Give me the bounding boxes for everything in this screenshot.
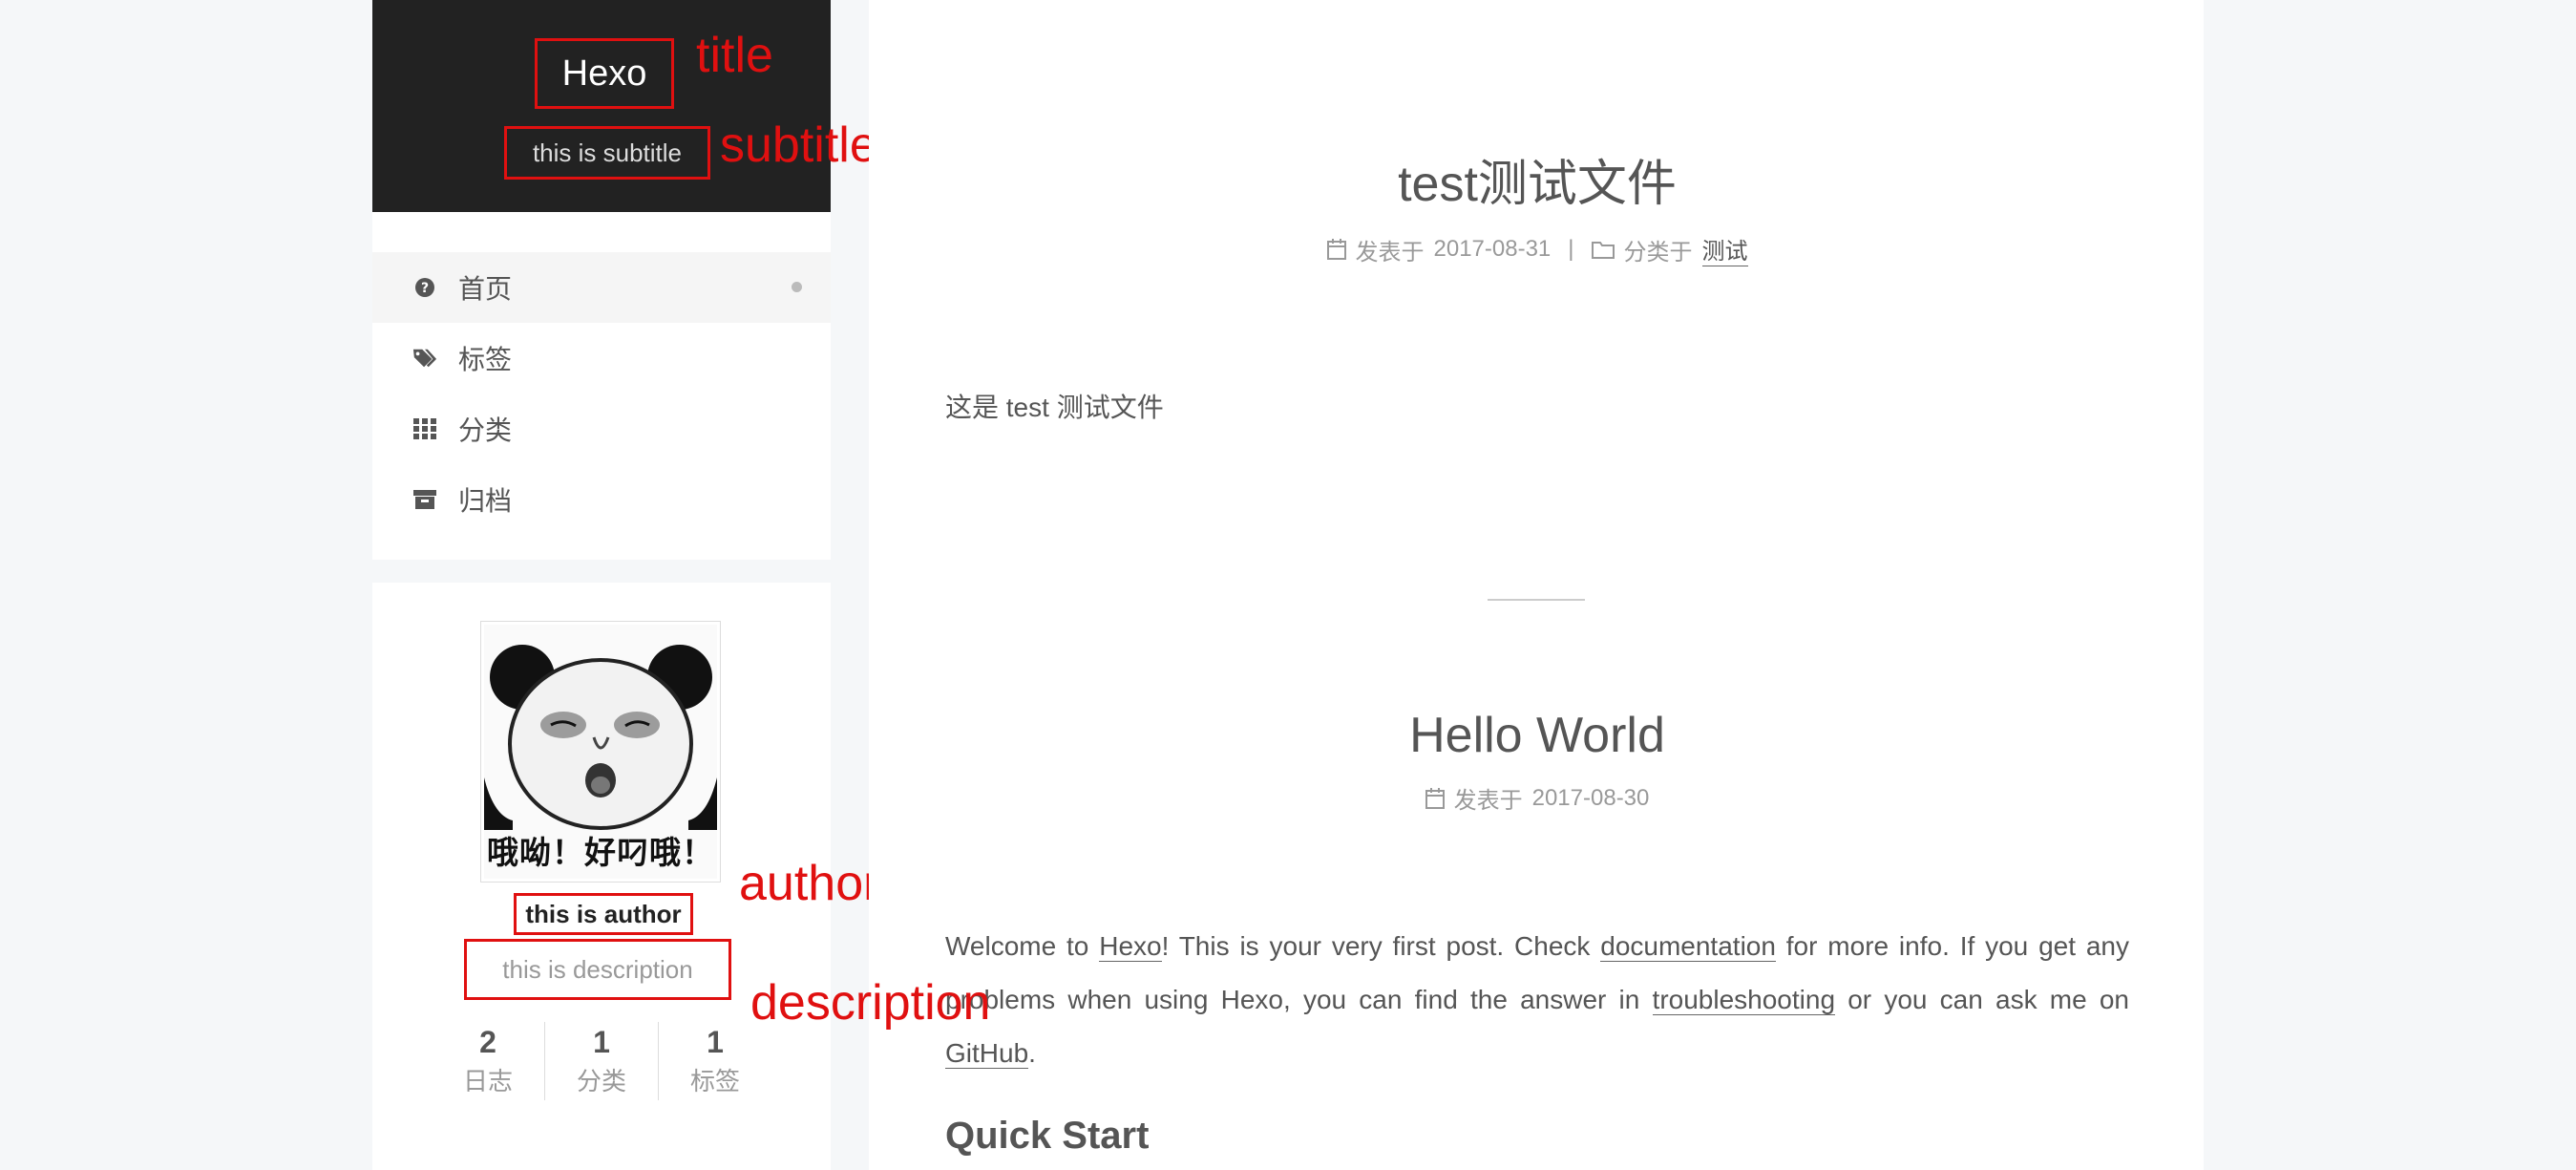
annotation-title: title xyxy=(696,28,773,83)
post-paragraph: Welcome to Hexo! This is your very first… xyxy=(945,920,2129,1080)
main-content: test测试文件 发表于 2017-08-31 | 分类于 测试 这是 test… xyxy=(869,0,2204,1170)
site-subtitle: this is subtitle xyxy=(504,126,710,180)
site-stats: 2 日志 1 分类 1 标签 xyxy=(432,1022,771,1100)
grid-icon xyxy=(412,416,437,441)
svg-text:?: ? xyxy=(421,281,429,296)
main-menu: ? 首页 标签 分类 归档 xyxy=(372,212,831,560)
avatar-caption: 哦呦！好叼哦！ xyxy=(487,835,714,870)
stat-count: 1 xyxy=(593,1025,610,1059)
post-hello-world: Hello World 发表于 2017-08-30 Welcome to He… xyxy=(945,707,2129,1162)
calendar-icon xyxy=(1425,787,1445,809)
menu-item-archives[interactable]: 归档 xyxy=(372,464,831,535)
troubleshooting-link[interactable]: troubleshooting xyxy=(1652,985,1836,1015)
text: . xyxy=(1028,1038,1036,1068)
folder-icon xyxy=(1591,242,1615,259)
question-circle-icon: ? xyxy=(412,275,437,300)
stat-label: 标签 xyxy=(689,1067,740,1096)
active-indicator-dot xyxy=(792,282,802,292)
post-date: 2017-08-31 xyxy=(1433,236,1552,262)
stat-label: 日志 xyxy=(462,1067,513,1096)
annotation-description: description xyxy=(750,975,991,1031)
stat-categories[interactable]: 1 分类 xyxy=(544,1022,658,1100)
stat-tags[interactable]: 1 标签 xyxy=(658,1022,771,1100)
section-heading: Quick Start xyxy=(945,1115,1150,1157)
menu-item-categories[interactable]: 分类 xyxy=(372,394,831,464)
author-name: this is author xyxy=(514,893,693,935)
text: Welcome to xyxy=(945,931,1100,961)
site-description: this is description xyxy=(464,939,731,1000)
text: or you can ask me on xyxy=(1835,985,2129,1014)
category-prefix: 分类于 xyxy=(1623,239,1693,266)
avatar: 哦呦！好叼哦！ xyxy=(480,621,721,883)
menu-item-label: 归档 xyxy=(458,486,513,516)
menu-item-label: 首页 xyxy=(458,274,513,304)
menu-item-label: 标签 xyxy=(458,345,513,374)
documentation-link[interactable]: documentation xyxy=(1600,931,1776,962)
menu-item-tags[interactable]: 标签 xyxy=(372,323,831,394)
post-meta: 发表于 2017-08-30 xyxy=(945,781,2129,815)
hexo-link[interactable]: Hexo xyxy=(1099,931,1162,962)
stat-count: 2 xyxy=(479,1025,496,1059)
meta-separator: | xyxy=(1568,236,1574,262)
published-prefix: 发表于 xyxy=(1453,788,1523,814)
tags-icon xyxy=(412,346,437,371)
menu-item-home[interactable]: ? 首页 xyxy=(372,252,831,323)
github-link[interactable]: GitHub xyxy=(945,1038,1029,1069)
stat-posts[interactable]: 2 日志 xyxy=(432,1022,544,1100)
annotation-subtitle: subtitle xyxy=(720,117,877,173)
post-body: Welcome to Hexo! This is your very first… xyxy=(945,920,2129,1162)
site-title[interactable]: Hexo xyxy=(535,38,674,109)
calendar-icon xyxy=(1326,239,1346,260)
text: ! This is your very first post. Check xyxy=(1161,931,1601,961)
panda-meme-image: 哦呦！好叼哦！ xyxy=(484,625,717,879)
stat-label: 分类 xyxy=(576,1067,626,1096)
post-test: test测试文件 发表于 2017-08-31 | 分类于 测试 这是 test… xyxy=(945,143,2129,435)
page: Hexo this is subtitle ? 首页 标签 分类 归档 哦呦！好… xyxy=(0,0,2576,1170)
post-title[interactable]: test测试文件 xyxy=(945,143,2129,215)
published-prefix: 发表于 xyxy=(1355,239,1425,266)
archive-icon xyxy=(412,487,437,512)
post-paragraph: 这是 test 测试文件 xyxy=(945,393,1164,422)
annotation-author: author xyxy=(739,856,880,911)
menu-item-label: 分类 xyxy=(458,415,513,445)
post-date: 2017-08-30 xyxy=(1531,784,1650,811)
post-meta: 发表于 2017-08-31 | 分类于 测试 xyxy=(945,232,2129,266)
post-divider xyxy=(1488,599,1585,601)
post-title[interactable]: Hello World xyxy=(945,707,2129,764)
category-link[interactable]: 测试 xyxy=(1701,232,1748,266)
post-body: 这是 test 测试文件 xyxy=(945,381,2129,435)
